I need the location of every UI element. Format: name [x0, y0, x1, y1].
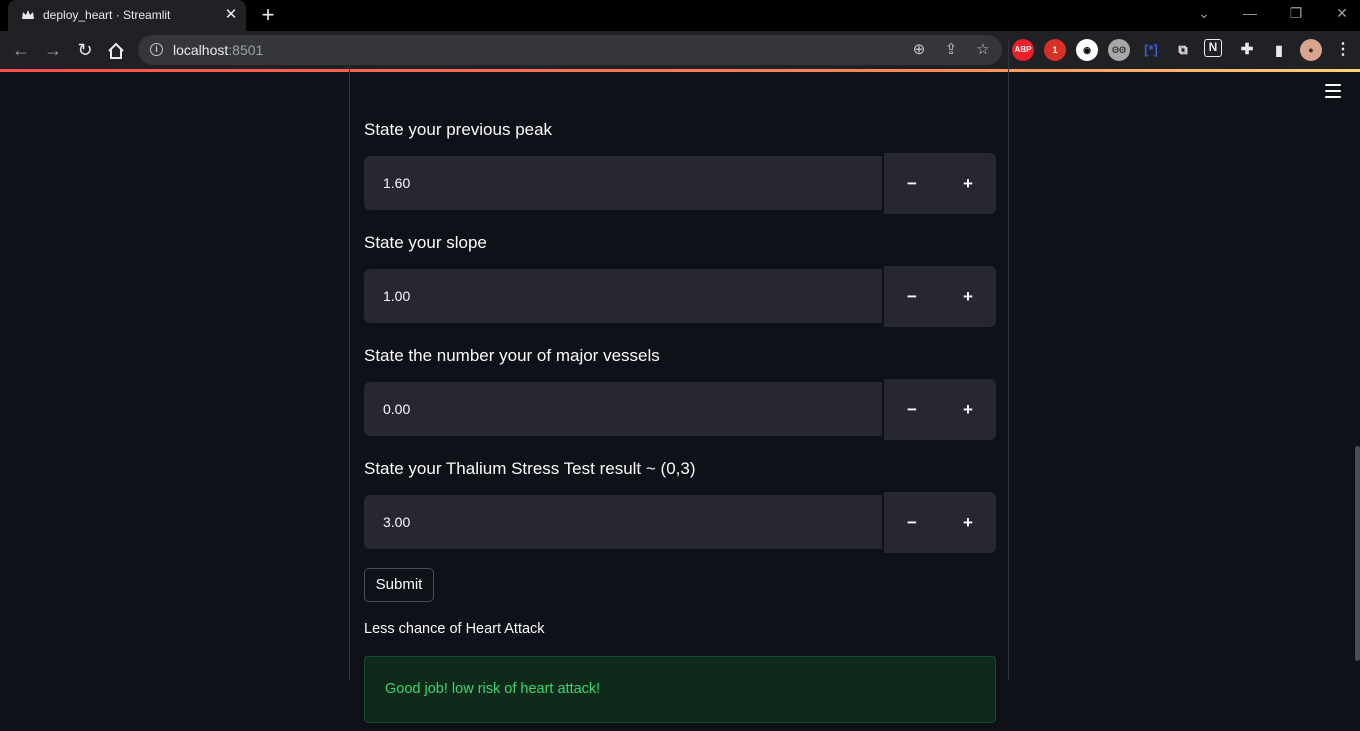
extension-owl-icon[interactable]: ʘʘ	[1108, 39, 1130, 61]
field-label-thalium: State your Thalium Stress Test result ~ …	[364, 459, 696, 478]
side-panel-icon[interactable]: ▮	[1268, 39, 1290, 61]
major-vessels-input[interactable]	[364, 382, 882, 436]
extension-eye-icon[interactable]: ◉	[1076, 39, 1098, 61]
close-window-icon[interactable]: ✕	[1330, 4, 1354, 24]
success-alert: Good job! low risk of heart attack!	[364, 656, 996, 723]
increment-button[interactable]: +	[940, 266, 996, 327]
field-label-previous-peak: State your previous peak	[364, 120, 553, 139]
back-icon[interactable]: ←	[10, 39, 32, 61]
extension-badge-icon[interactable]: 1	[1044, 39, 1066, 61]
number-input-major-vessels[interactable]	[364, 382, 882, 436]
url-port: :8501	[228, 42, 264, 58]
tab-search-icon[interactable]: ⌄	[1192, 4, 1216, 24]
slope-input[interactable]	[364, 269, 882, 323]
number-input-slope[interactable]	[364, 269, 882, 323]
number-input-thalium[interactable]	[364, 495, 882, 549]
decrement-button[interactable]: −	[884, 153, 940, 214]
tab-title: deploy_heart · Streamlit	[43, 8, 171, 22]
decrement-button[interactable]: −	[884, 492, 940, 553]
home-icon[interactable]	[106, 42, 126, 60]
adblock-plus-icon[interactable]: ABP	[1012, 39, 1034, 61]
increment-button[interactable]: +	[940, 379, 996, 440]
notion-icon[interactable]: N	[1204, 39, 1222, 57]
increment-button[interactable]: +	[940, 153, 996, 214]
profile-avatar[interactable]: ●	[1300, 39, 1322, 61]
submit-button[interactable]: Submit	[364, 568, 434, 602]
menu-kebab-icon[interactable]: ⋮	[1332, 39, 1354, 61]
extensions-puzzle-icon[interactable]: ✚	[1236, 39, 1258, 61]
stepper-previous-peak: − +	[884, 153, 996, 214]
previous-peak-input[interactable]	[364, 156, 882, 210]
forward-icon[interactable]: →	[42, 39, 64, 61]
increment-button[interactable]: +	[940, 492, 996, 553]
extension-copy-icon[interactable]: ⧉	[1172, 39, 1194, 61]
site-info-icon[interactable]: i	[150, 43, 163, 56]
hamburger-menu-icon[interactable]	[1325, 84, 1341, 98]
browser-tab[interactable]: deploy_heart · Streamlit ✕	[8, 0, 246, 31]
reload-icon[interactable]: ↻	[74, 39, 96, 61]
stepper-major-vessels: − +	[884, 379, 996, 440]
restore-icon[interactable]: ❐	[1284, 4, 1308, 24]
page-scrollbar[interactable]	[1355, 446, 1360, 661]
number-input-previous-peak[interactable]	[364, 156, 882, 210]
field-label-slope: State your slope	[364, 233, 487, 252]
field-label-major-vessels: State the number your of major vessels	[364, 346, 660, 365]
thalium-input[interactable]	[364, 495, 882, 549]
minimize-icon[interactable]: —	[1238, 4, 1262, 24]
streamlit-crown-icon	[22, 10, 34, 19]
url-text: localhost:8501	[173, 42, 263, 58]
decrement-button[interactable]: −	[884, 379, 940, 440]
close-tab-icon[interactable]: ✕	[222, 6, 240, 24]
decrement-button[interactable]: −	[884, 266, 940, 327]
browser-tabstrip: deploy_heart · Streamlit ✕ + ⌄ — ❐ ✕	[0, 0, 1360, 31]
prediction-text: Less chance of Heart Attack	[364, 621, 545, 637]
stepper-slope: − +	[884, 266, 996, 327]
success-message: Good job! low risk of heart attack!	[385, 681, 601, 697]
url-host: localhost	[173, 42, 229, 58]
new-tab-button[interactable]: +	[258, 4, 278, 26]
stepper-thalium: − +	[884, 492, 996, 553]
extension-bracket-icon[interactable]: [*]	[1140, 39, 1162, 61]
